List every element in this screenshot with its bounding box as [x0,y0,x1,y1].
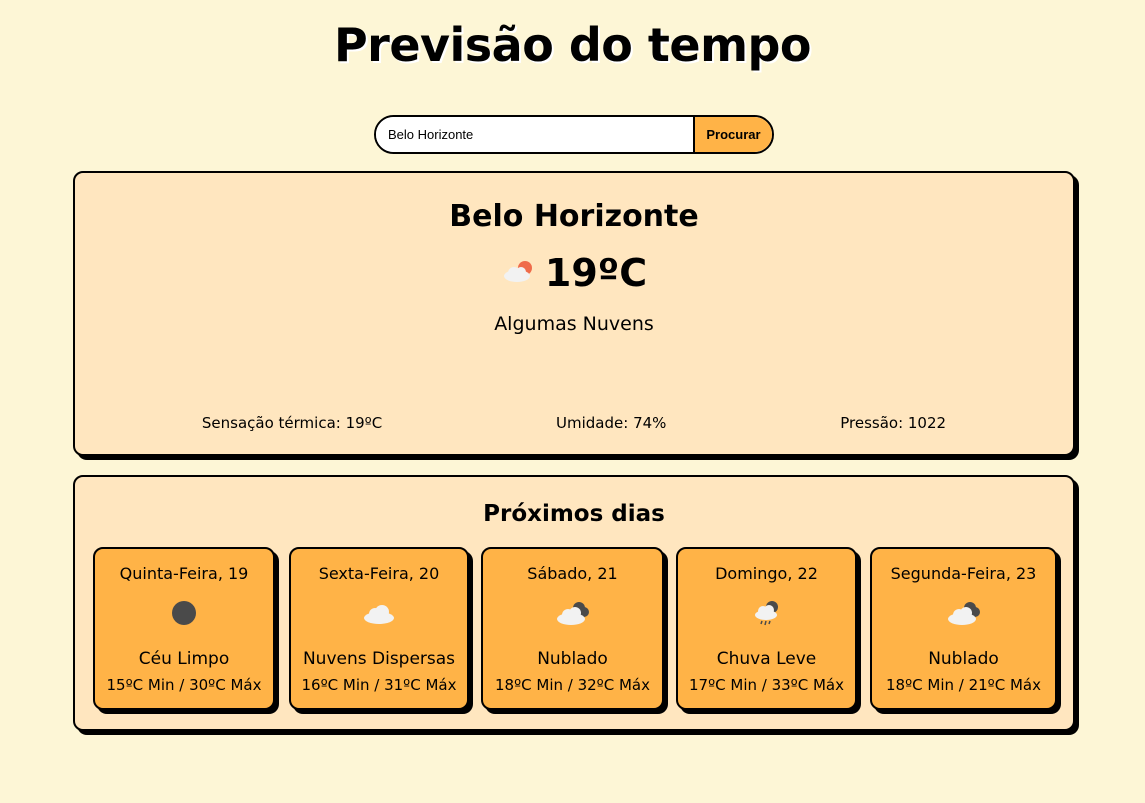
weather-app: Previsão do tempo Procurar Belo Horizont… [0,0,1145,803]
day-description: Nuvens Dispersas [302,649,456,669]
humidity: Umidade: 74% [556,414,667,432]
clear-night-icon [95,598,273,628]
day-name: Sábado, 21 [527,564,618,583]
day-name: Segunda-Feira, 23 [890,564,1037,583]
search-button[interactable]: Procurar [693,117,772,152]
day-temp-range: 18ºC Min / 21ºC Máx [885,676,1041,694]
day-name: Quinta-Feira, 19 [119,564,249,583]
city-name: Belo Horizonte [449,199,699,234]
forecast-day-card: Domingo, 22 Chuva Leve 17ºC Min / 33ºC M… [676,547,857,710]
day-temp-range: 16ºC Min / 31ºC Máx [301,676,457,694]
current-weather-panel: Belo Horizonte 19ºC Algumas Nuvens Sensa… [73,171,1075,456]
day-temp-range: 15ºC Min / 30ºC Máx [106,676,262,694]
forecast-day-card: Sábado, 21 Nublado 18ºC Min / 32ºC Máx [481,547,664,710]
day-name: Domingo, 22 [715,564,818,583]
light-rain-icon [678,598,855,628]
day-temp-range: 18ºC Min / 32ºC Máx [494,676,650,694]
temperature-row: 19ºC [75,251,1073,295]
weather-description: Algumas Nuvens [494,313,654,335]
page-title: Previsão do tempo [333,18,812,72]
day-temp-range: 17ºC Min / 33ºC Máx [688,676,844,694]
forecast-day-card: Segunda-Feira, 23 Nublado 18ºC Min / 21º… [870,547,1057,710]
forecast-day-card: Sexta-Feira, 20 Nuvens Dispersas 16ºC Mi… [289,547,469,710]
feels-like: Sensação térmica: 19ºC [201,414,383,432]
overcast-clouds-icon [872,598,1055,628]
weather-details: Sensação térmica: 19ºC Umidade: 74% Pres… [75,414,1073,432]
few-clouds-day-icon [501,256,537,290]
day-description: Céu Limpo [138,649,230,669]
scattered-clouds-icon [291,598,467,628]
city-search-input[interactable] [376,117,693,152]
forecast-panel: Próximos dias Quinta-Feira, 19 Céu Limpo… [73,475,1075,731]
forecast-title: Próximos dias [483,501,665,527]
pressure: Pressão: 1022 [840,414,947,432]
current-temperature: 19ºC [544,251,648,295]
day-description: Nublado [537,649,608,669]
forecast-day-card: Quinta-Feira, 19 Céu Limpo 15ºC Min / 30… [93,547,275,710]
overcast-clouds-icon [483,598,662,628]
day-description: Chuva Leve [716,649,817,669]
day-description: Nublado [928,649,999,669]
day-name: Sexta-Feira, 20 [318,564,440,583]
forecast-days: Quinta-Feira, 19 Céu Limpo 15ºC Min / 30… [93,547,1057,712]
search-bar: Procurar [374,115,774,154]
